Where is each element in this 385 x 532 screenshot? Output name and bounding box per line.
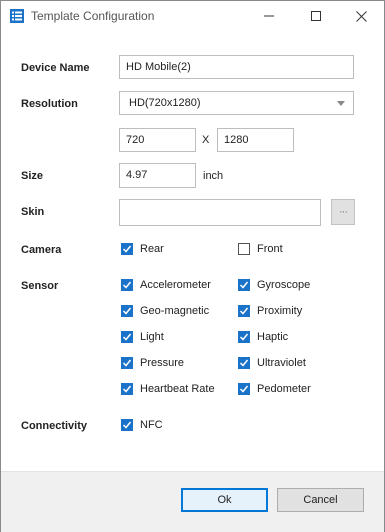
checkbox-checked-icon [121,331,133,343]
form-area: Device Name HD Mobile(2) Resolution HD(7… [1,32,384,469]
resolution-select[interactable]: HD(720x1280) [119,91,354,115]
checkbox-checked-icon [121,243,133,255]
sensor-pedometer-checkbox[interactable]: Pedometer [238,383,311,395]
list-icon [10,9,24,23]
resolution-label: Resolution [21,98,78,110]
camera-label: Camera [21,244,62,256]
minimize-icon [264,15,274,17]
maximize-icon [311,11,321,21]
minimize-button[interactable] [246,1,292,31]
maximize-button[interactable] [293,1,339,31]
sensor-heartbeat-rate-checkbox[interactable]: Heartbeat Rate [121,383,215,395]
connectivity-nfc-checkbox[interactable]: NFC [121,419,163,431]
checkbox-checked-icon [121,383,133,395]
checkbox-unchecked-icon [238,243,250,255]
skin-path-input[interactable] [119,199,321,226]
checkbox-checked-icon [121,305,133,317]
camera-rear-checkbox[interactable]: Rear [121,243,164,255]
skin-label: Skin [21,206,45,218]
dialog-footer: Ok Cancel [1,471,384,532]
checkbox-checked-icon [238,331,250,343]
device-name-input[interactable]: HD Mobile(2) [119,55,354,79]
device-name-label: Device Name [21,62,90,74]
camera-front-checkbox[interactable]: Front [238,243,283,255]
size-input[interactable]: 4.97 [119,163,196,188]
window-title: Template Configuration [31,9,155,23]
resolution-selected: HD(720x1280) [129,97,201,109]
checkbox-checked-icon [238,279,250,291]
sensor-geo-magnetic-checkbox[interactable]: Geo-magnetic [121,305,209,317]
ok-button[interactable]: Ok [181,488,268,512]
resolution-separator: X [202,134,210,146]
chevron-down-icon [337,101,345,106]
resolution-height-input[interactable]: 1280 [217,128,294,152]
checkbox-checked-icon [238,357,250,369]
size-unit: inch [203,170,224,182]
sensor-pressure-checkbox[interactable]: Pressure [121,357,184,369]
skin-browse-button[interactable]: ··· [331,199,355,225]
sensor-light-checkbox[interactable]: Light [121,331,164,343]
close-button[interactable] [338,1,384,31]
close-icon [355,10,367,22]
sensor-gyroscope-checkbox[interactable]: Gyroscope [238,279,310,291]
dialog-window: Template Configuration Device Name HD Mo… [0,0,385,532]
checkbox-checked-icon [121,357,133,369]
cancel-button[interactable]: Cancel [277,488,364,512]
resolution-width-input[interactable]: 720 [119,128,196,152]
sensor-haptic-checkbox[interactable]: Haptic [238,331,288,343]
title-bar: Template Configuration [1,1,384,31]
sensor-label: Sensor [21,280,59,292]
sensor-accelerometer-checkbox[interactable]: Accelerometer [121,279,211,291]
sensor-ultraviolet-checkbox[interactable]: Ultraviolet [238,357,306,369]
size-label: Size [21,170,44,182]
checkbox-checked-icon [238,383,250,395]
sensor-proximity-checkbox[interactable]: Proximity [238,305,302,317]
checkbox-checked-icon [121,419,133,431]
checkbox-checked-icon [238,305,250,317]
checkbox-checked-icon [121,279,133,291]
connectivity-label: Connectivity [21,420,88,432]
